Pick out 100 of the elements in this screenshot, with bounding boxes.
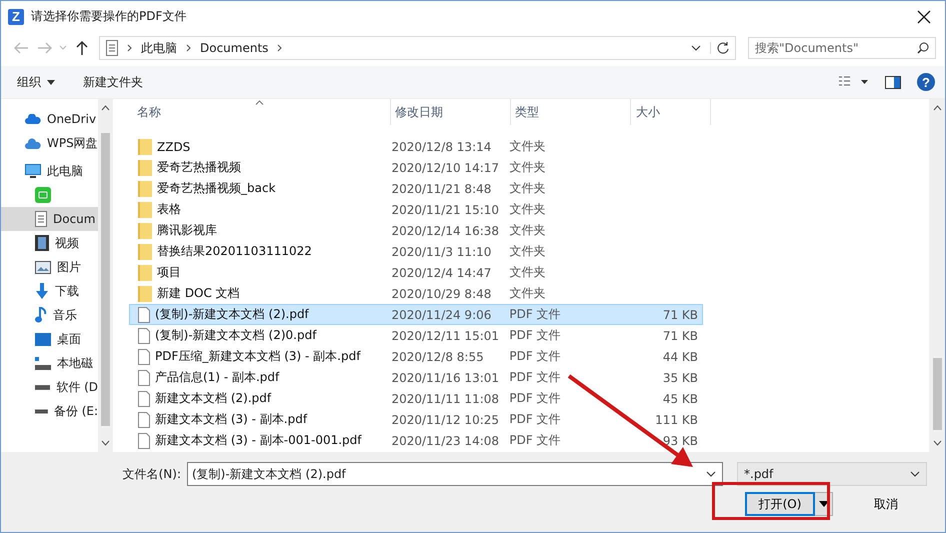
- file-name: 项目: [157, 264, 181, 281]
- folder-icon: [138, 180, 152, 196]
- file-name: 爱奇艺热播视频_back: [157, 180, 276, 197]
- blank-file-icon: [138, 370, 150, 386]
- scrollbar[interactable]: [98, 99, 113, 452]
- app-logo-icon: Z: [8, 8, 24, 24]
- disk-drive-icon: [35, 408, 48, 414]
- folder-icon: [138, 160, 152, 176]
- sidebar-item[interactable]: 图片: [1, 255, 98, 279]
- file-type: 文件夹: [508, 264, 546, 281]
- modified-date: 2020/12/8 13:14: [390, 140, 492, 154]
- file-row[interactable]: 项目 2020/12/4 14:47 文件夹: [129, 262, 703, 283]
- organize-button[interactable]: 组织: [11, 70, 61, 94]
- file-name: (复制)-新建文本文档 (2)0.pdf: [155, 327, 316, 344]
- file-type: 文件夹: [508, 243, 546, 260]
- file-type: PDF 文件: [508, 432, 562, 449]
- chevron-down-icon[interactable]: [706, 471, 716, 477]
- file-name: 表格: [157, 201, 181, 218]
- file-row[interactable]: 新建文本文档 (3) - 副本.pdf 2020/11/12 10:25 PDF 文件 111 KB: [129, 409, 703, 430]
- file-row[interactable]: 爱奇艺热播视频_back 2020/11/21 8:48 文件夹: [129, 178, 703, 199]
- column-header[interactable]: 类型: [511, 99, 631, 125]
- sidebar-item[interactable]: OneDriv: [1, 107, 98, 131]
- file-row[interactable]: PDF压缩_新建文本文档 (3) - 副本.pdf 2020/12/8 8:55 PDF 文件 44 KB: [129, 346, 703, 367]
- sidebar-item[interactable]: 下载: [1, 279, 98, 303]
- file-name: PDF压缩_新建文本文档 (3) - 副本.pdf: [155, 348, 360, 365]
- refresh-icon[interactable]: [710, 42, 729, 54]
- caret-icon: [818, 501, 828, 507]
- sidebar-item[interactable]: 桌面: [1, 327, 98, 351]
- breadcrumb-item[interactable]: 此电脑: [141, 40, 177, 56]
- sidebar-label: Docum: [53, 212, 96, 226]
- file-row[interactable]: 表格 2020/11/21 15:10 文件夹: [129, 199, 703, 220]
- file-row[interactable]: (复制)-新建文本文档 (2).pdf 2020/11/24 9:06 PDF 文件 71 KB: [129, 304, 703, 325]
- scroll-up-icon[interactable]: [932, 105, 942, 111]
- up-arrow-icon[interactable]: [75, 40, 89, 56]
- file-row[interactable]: 新建 DOC 文档 2020/10/29 8:48 文件夹: [129, 283, 703, 304]
- scroll-up-icon[interactable]: [101, 105, 110, 111]
- breadcrumb-item[interactable]: Documents: [200, 41, 268, 55]
- filename-field[interactable]: (复制)-新建文本文档 (2).pdf: [187, 462, 723, 486]
- scroll-down-icon[interactable]: [932, 440, 942, 446]
- disk-drive-icon: [35, 356, 51, 370]
- folder-icon: [138, 202, 152, 218]
- file-type: 文件夹: [508, 285, 546, 302]
- file-row[interactable]: 替换结果20201103111022 2020/11/3 11:10 文件夹: [129, 241, 703, 262]
- chevron-right-icon: [277, 44, 282, 52]
- file-row[interactable]: 产品信息(1) - 副本.pdf 2020/11/16 13:01 PDF 文件 35 KB: [129, 367, 703, 388]
- file-row[interactable]: (复制)-新建文本文档 (2)0.pdf 2020/12/11 15:01 PDF 文件 71 KB: [129, 325, 703, 346]
- file-type: 文件夹: [508, 159, 546, 176]
- monitor-icon: [25, 164, 41, 178]
- disk-drive-icon: [35, 384, 50, 390]
- file-row[interactable]: ZZDS 2020/12/8 13:14 文件夹: [129, 136, 703, 157]
- scrollbar[interactable]: [929, 99, 945, 452]
- column-header[interactable]: 修改日期: [391, 99, 511, 125]
- file-type: PDF 文件: [508, 390, 562, 407]
- blank-file-icon: [138, 390, 150, 406]
- sidebar-item[interactable]: 软件 (D: [1, 375, 98, 399]
- blank-file-icon: [138, 412, 150, 428]
- sidebar-item[interactable]: 本地磁: [1, 351, 98, 375]
- file-row[interactable]: 新建文本文档 (3) - 副本-001-001.pdf 2020/11/23 14:08 PDF 文件 93 KB: [129, 430, 703, 451]
- sidebar-item[interactable]: Docum: [1, 207, 98, 231]
- file-size: 45 KB: [662, 392, 698, 406]
- sidebar-item[interactable]: 音乐: [1, 303, 98, 327]
- sidebar-item[interactable]: WPS网盘: [1, 131, 98, 155]
- cloud-icon: [25, 138, 41, 148]
- modified-date: 2020/12/11 15:01: [390, 328, 500, 342]
- file-name: ZZDS: [157, 140, 190, 154]
- cancel-button[interactable]: 取消: [845, 492, 927, 516]
- new-folder-button[interactable]: 新建文件夹: [77, 70, 149, 94]
- sidebar-label: OneDriv: [47, 112, 96, 126]
- modified-date: 2020/12/14 16:38: [390, 224, 500, 238]
- chevron-down-icon: [910, 471, 920, 477]
- scroll-thumb[interactable]: [101, 133, 110, 426]
- open-button[interactable]: 打开(O): [745, 492, 815, 516]
- music-note-icon: [35, 307, 47, 323]
- file-row[interactable]: 腾讯影视库 2020/12/14 16:38 文件夹: [129, 220, 703, 241]
- file-row[interactable]: 爱奇艺热播视频 2020/12/10 14:17 文件夹: [129, 157, 703, 178]
- column-header[interactable]: 大小: [631, 99, 711, 125]
- app-icon: [35, 187, 51, 203]
- folder-icon: [138, 138, 152, 154]
- file-type: PDF 文件: [508, 369, 562, 386]
- sidebar-item[interactable]: 备份 (E:: [1, 399, 98, 423]
- sidebar-item[interactable]: 视频: [1, 231, 98, 255]
- sidebar-item[interactable]: 此电脑: [1, 159, 98, 183]
- modified-date: 2020/11/23 14:08: [390, 434, 500, 448]
- file-type-dropdown[interactable]: *.pdf: [737, 462, 927, 486]
- sidebar-label: 软件 (D: [56, 378, 98, 396]
- chevron-down-icon[interactable]: [691, 45, 701, 51]
- file-name: (复制)-新建文本文档 (2).pdf: [155, 306, 309, 323]
- scroll-down-icon[interactable]: [101, 440, 110, 446]
- search-field[interactable]: 搜索"Documents": [748, 37, 936, 59]
- column-header[interactable]: 名称: [133, 99, 391, 125]
- file-row[interactable]: 新建文本文档 (2).pdf 2020/11/11 11:08 PDF 文件 45 KB: [129, 388, 703, 409]
- scroll-thumb[interactable]: [932, 358, 942, 430]
- address-bar[interactable]: 此电脑 Documents: [99, 36, 736, 60]
- close-icon[interactable]: [917, 10, 931, 24]
- file-size: 44 KB: [662, 350, 698, 364]
- file-size: 71 KB: [662, 308, 698, 322]
- view-options-icon[interactable]: [839, 76, 869, 88]
- blank-file-icon: [138, 432, 150, 448]
- help-button[interactable]: ?: [917, 73, 935, 91]
- preview-pane-icon[interactable]: [885, 76, 901, 88]
